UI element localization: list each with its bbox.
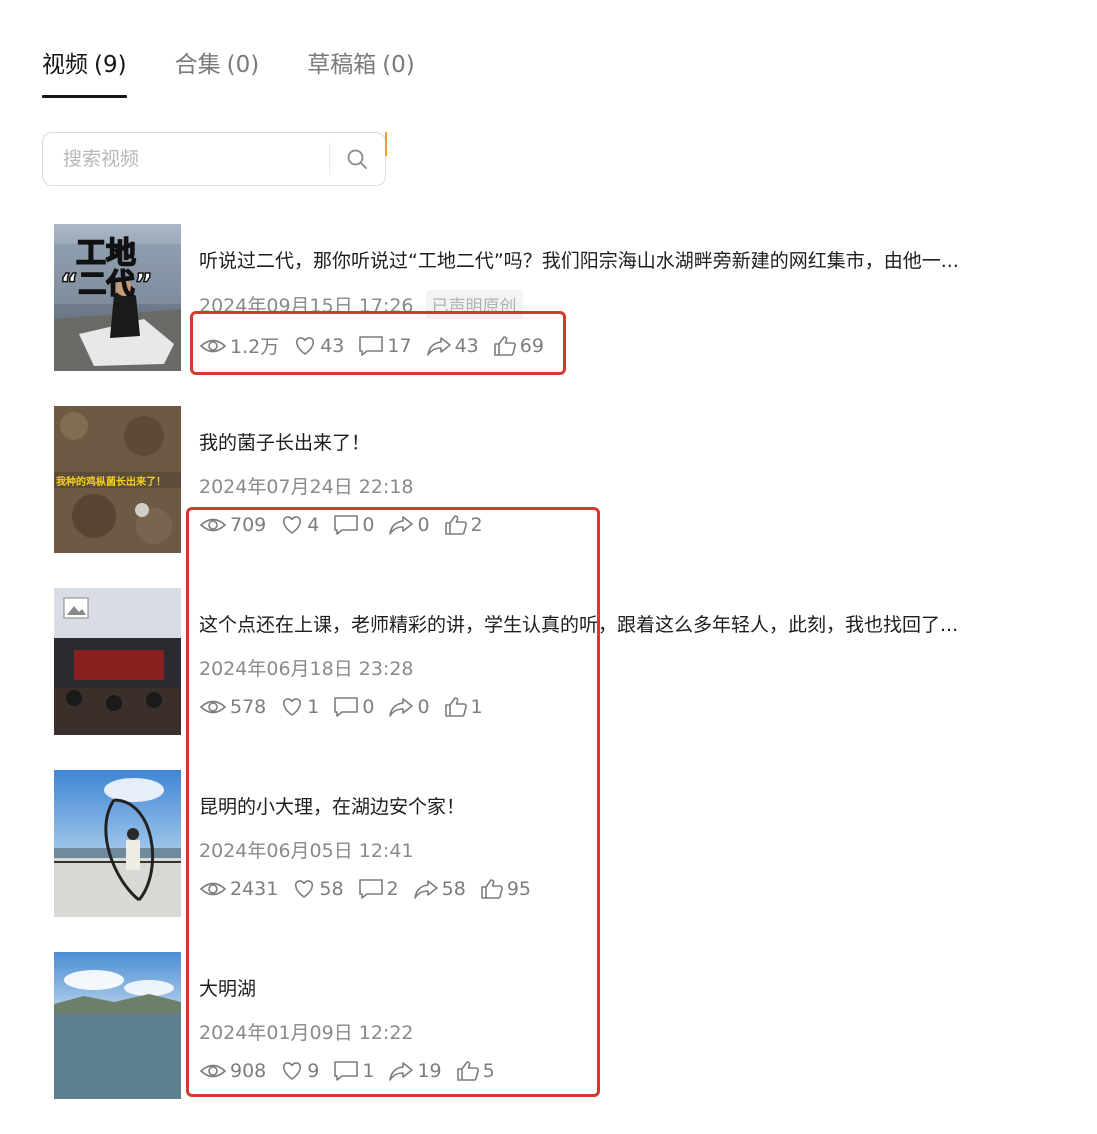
tab-videos[interactable]: 视频 (9) [42,46,127,98]
tab-drafts[interactable]: 草稿箱 (0) [307,46,415,98]
video-thumbnail[interactable]: 工地 “二代” [54,224,181,371]
tab-count: (0) [226,52,260,78]
tab-label: 草稿箱 [307,52,377,78]
video-title[interactable]: 听说过二代，那你听说过“工地二代”吗？我们阳宗海山水湖畔旁新建的网红集市，由他一… [199,246,959,273]
search-icon [348,149,368,169]
tab-label: 视频 [42,52,88,78]
tab-count: (9) [94,52,127,78]
tab-count: (0) [382,52,415,78]
tab-label: 合集 [174,52,221,78]
search-button[interactable] [330,133,385,185]
search-box [42,132,387,186]
tab-bar: 视频 (9) 合集 (0) 草稿箱 (0) [42,46,463,100]
highlight-box-stats [190,311,566,375]
date-text: 2024年07月24日 22:18 [199,476,414,498]
video-title[interactable]: 我的菌子长出来了！ [199,428,370,455]
tab-collections[interactable]: 合集 (0) [175,46,260,98]
video-thumbnail[interactable]: 我种的鸡枞菌长出来了！ [54,406,181,553]
video-thumbnail[interactable] [54,770,181,917]
thumbnail-caption: “二代” [59,266,153,301]
video-date: 2024年07月24日 22:18 [199,472,414,499]
video-thumbnail[interactable] [54,952,181,1099]
thumbnail-caption: 我种的鸡枞菌长出来了！ [56,477,166,488]
search-input[interactable] [61,147,329,171]
video-thumbnail[interactable] [54,588,181,735]
highlight-box-list [186,507,600,1097]
